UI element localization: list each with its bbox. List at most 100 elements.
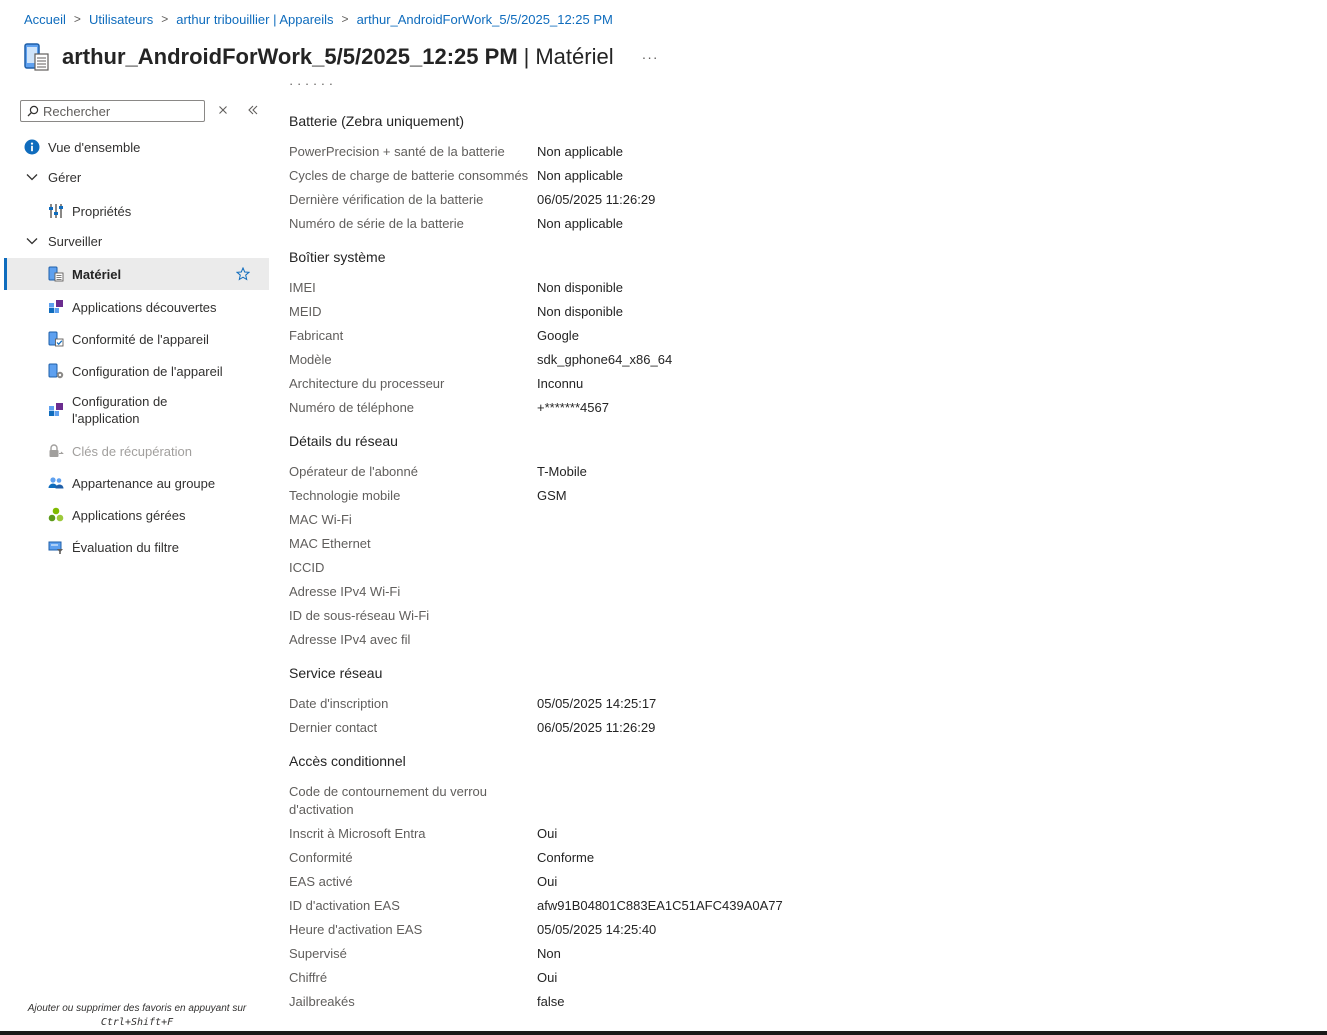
field-value: 06/05/2025 11:26:29 bbox=[537, 192, 656, 207]
field-value: Oui bbox=[537, 970, 558, 985]
sidebar-item-properties[interactable]: Propriétés bbox=[4, 200, 269, 222]
search-box[interactable] bbox=[20, 100, 205, 122]
sidebar-item-overview[interactable]: Vue d'ensemble bbox=[4, 136, 269, 158]
hardware-details: · · · · · · Batterie (Zebra uniquement) … bbox=[289, 82, 1319, 1022]
field-value: Non applicable bbox=[537, 168, 624, 183]
field-value: 05/05/2025 14:25:17 bbox=[537, 696, 657, 711]
field-label: Modèle bbox=[289, 352, 332, 367]
field-label: Chiffré bbox=[289, 970, 328, 985]
title-separator: | bbox=[523, 44, 530, 69]
field-label: Numéro de série de la batterie bbox=[289, 216, 464, 231]
field-label: Heure d'activation EAS bbox=[289, 922, 423, 937]
section-title-network-service: Service réseau bbox=[289, 665, 383, 681]
more-options-button[interactable]: ··· bbox=[642, 49, 659, 65]
favorites-hint-text: Ajouter ou supprimer des favoris en appu… bbox=[27, 1003, 247, 1014]
sidebar-item-app-configuration[interactable]: Configuration de l'application bbox=[4, 390, 269, 430]
breadcrumb: Accueil > Utilisateurs > arthur tribouil… bbox=[24, 10, 613, 28]
field-label: Architecture du processeur bbox=[289, 376, 445, 391]
section-title-conditional-access: Accès conditionnel bbox=[289, 753, 406, 769]
field-value: Oui bbox=[537, 874, 558, 889]
sidebar-group-monitor[interactable]: Surveiller bbox=[4, 230, 269, 252]
field-label: Adresse IPv4 avec fil bbox=[289, 632, 411, 647]
sidebar-item-label: Appartenance au groupe bbox=[72, 475, 216, 491]
sidebar-item-label: Applications gérées bbox=[72, 507, 186, 523]
sidebar: Vue d'ensemble Gérer Propriétés Surveill… bbox=[0, 92, 269, 1035]
recovery-key-icon bbox=[49, 444, 64, 457]
collapse-sidebar-icon[interactable] bbox=[246, 103, 260, 117]
sidebar-item-label: Configuration de l'appareil bbox=[72, 363, 223, 379]
page-title: arthur_AndroidForWork_5/5/2025_12:25 PM bbox=[62, 44, 518, 69]
sidebar-item-label: Applications découvertes bbox=[72, 299, 217, 315]
filter-eval-icon bbox=[48, 541, 63, 554]
field-value: T-Mobile bbox=[537, 464, 587, 479]
sidebar-item-label: Matériel bbox=[72, 266, 122, 282]
apps-icon bbox=[49, 300, 63, 313]
field-label: Cycles de charge de batterie consommés bbox=[289, 168, 529, 183]
managed-apps-icon bbox=[48, 507, 64, 522]
section-title-network-details: Détails du réseau bbox=[289, 433, 398, 449]
window-bottom-edge bbox=[0, 1031, 1327, 1035]
star-icon[interactable] bbox=[236, 267, 250, 281]
field-label: Date d'inscription bbox=[289, 696, 389, 711]
sidebar-item-discovered-apps[interactable]: Applications découvertes bbox=[4, 296, 269, 318]
sidebar-item-hardware[interactable]: Matériel bbox=[4, 258, 269, 290]
sidebar-item-managed-apps[interactable]: Applications gérées bbox=[4, 504, 269, 526]
page-header: arthur_AndroidForWork_5/5/2025_12:25 PM … bbox=[24, 38, 659, 76]
breadcrumb-separator-icon: > bbox=[341, 12, 349, 26]
field-value: Inconnu bbox=[537, 376, 584, 391]
field-value: afw91B04801C883EA1C51AFC439A0A77 bbox=[537, 898, 783, 913]
search-icon bbox=[27, 105, 39, 117]
sidebar-item-label: Vue d'ensemble bbox=[48, 139, 141, 155]
sidebar-item-group-membership[interactable]: Appartenance au groupe bbox=[4, 472, 269, 494]
sidebar-item-label: Conformité de l'appareil bbox=[72, 331, 209, 347]
properties-icon bbox=[49, 204, 63, 218]
breadcrumb-link-home[interactable]: Accueil bbox=[24, 12, 66, 27]
field-label: Adresse IPv4 Wi-Fi bbox=[289, 584, 401, 599]
close-icon[interactable] bbox=[216, 103, 230, 117]
page-subtitle: Matériel bbox=[535, 44, 614, 69]
device-hardware-icon bbox=[24, 43, 49, 71]
app-config-icon bbox=[49, 403, 63, 416]
search-input[interactable] bbox=[43, 103, 193, 119]
field-label: Fabricant bbox=[289, 328, 344, 343]
device-config-icon bbox=[48, 363, 64, 379]
field-value: 06/05/2025 11:26:29 bbox=[537, 720, 656, 735]
field-value: false bbox=[537, 994, 565, 1009]
sidebar-item-label: Clés de récupération bbox=[72, 443, 192, 459]
field-value: 05/05/2025 14:25:40 bbox=[537, 922, 657, 937]
sidebar-item-label: Évaluation du filtre bbox=[72, 539, 179, 555]
favorites-hint: Ajouter ou supprimer des favoris en appu… bbox=[0, 1002, 274, 1030]
field-label: Dernière vérification de la batterie bbox=[289, 192, 484, 207]
sidebar-item-label: Gérer bbox=[48, 169, 82, 185]
sidebar-item-device-configuration[interactable]: Configuration de l'appareil bbox=[4, 360, 269, 382]
sidebar-item-filter-evaluation[interactable]: Évaluation du filtre bbox=[4, 536, 269, 558]
group-icon bbox=[48, 477, 64, 489]
sidebar-item-recovery-keys[interactable]: Clés de récupération bbox=[4, 440, 269, 462]
breadcrumb-separator-icon: > bbox=[161, 12, 169, 26]
breadcrumb-link-device[interactable]: arthur_AndroidForWork_5/5/2025_12:25 PM bbox=[357, 12, 613, 27]
field-value: Google bbox=[537, 328, 579, 343]
field-value: Oui bbox=[537, 826, 558, 841]
field-label: MEID bbox=[289, 304, 322, 319]
info-icon bbox=[24, 139, 40, 155]
field-label: Jailbreakés bbox=[289, 994, 355, 1009]
field-label: EAS activé bbox=[289, 874, 353, 889]
chevron-down-icon bbox=[26, 238, 38, 245]
field-value: Non disponible bbox=[537, 280, 624, 295]
field-value: Non applicable bbox=[537, 216, 624, 231]
breadcrumb-separator-icon: > bbox=[73, 12, 81, 26]
field-value: Non disponible bbox=[537, 304, 624, 319]
field-label: Conformité bbox=[289, 850, 353, 865]
field-label: MAC Ethernet bbox=[289, 536, 371, 551]
breadcrumb-link-user-devices[interactable]: arthur tribouillier | Appareils bbox=[176, 12, 333, 27]
device-compliance-icon bbox=[48, 331, 64, 347]
field-label: Technologie mobile bbox=[289, 488, 401, 503]
section-title-battery: Batterie (Zebra uniquement) bbox=[289, 113, 465, 129]
sidebar-group-manage[interactable]: Gérer bbox=[4, 166, 269, 188]
breadcrumb-link-users[interactable]: Utilisateurs bbox=[89, 12, 153, 27]
sidebar-item-label: Propriétés bbox=[72, 203, 132, 219]
field-label: MAC Wi-Fi bbox=[289, 512, 352, 527]
cropped-text: · · · · · · bbox=[289, 82, 334, 91]
field-label: ID d'activation EAS bbox=[289, 898, 400, 913]
sidebar-item-device-compliance[interactable]: Conformité de l'appareil bbox=[4, 328, 269, 350]
